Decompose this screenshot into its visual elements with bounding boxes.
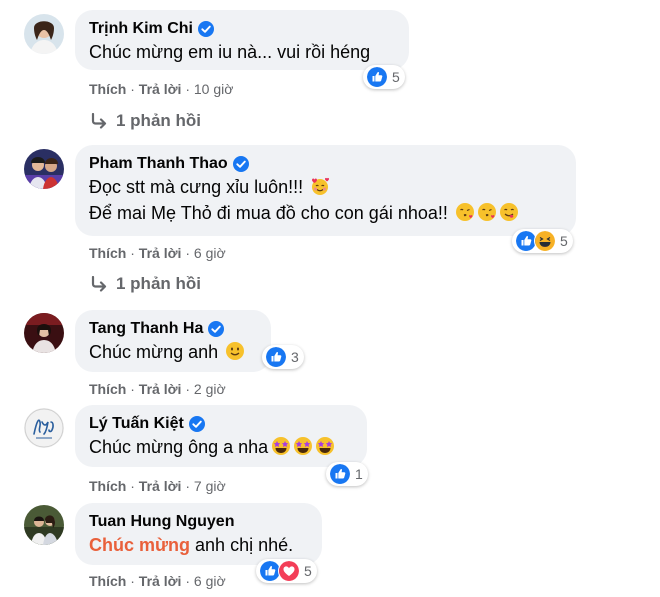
timestamp[interactable]: 6 giờ <box>194 245 226 261</box>
reaction-summary[interactable]: 5 <box>512 229 573 253</box>
like-action[interactable]: Thích <box>89 478 126 494</box>
comment-bubble: Tuan Hung Nguyen Chúc mừng anh chị nhé. <box>75 503 322 565</box>
comment-actions: Thích · Trả lời · 6 giờ <box>89 244 226 262</box>
separator: · <box>185 478 194 494</box>
comment-actions: Thích · Trả lời · 6 giờ <box>89 572 226 590</box>
view-replies-link[interactable]: 1 phản hồi <box>90 274 201 294</box>
view-replies-link[interactable]: 1 phản hồi <box>90 111 201 131</box>
replies-label[interactable]: 1 phản hồi <box>116 274 201 294</box>
author-link[interactable]: Trịnh Kim Chi <box>89 19 193 39</box>
author-name[interactable]: Tuan Hung Nguyen <box>89 512 308 532</box>
separator: · <box>185 81 194 97</box>
comment-text: Chúc mừng ông a nha <box>89 434 353 460</box>
separator: · <box>185 381 194 397</box>
author-link[interactable]: Pham Thanh Thao <box>89 154 228 174</box>
like-action[interactable]: Thích <box>89 245 126 261</box>
comment-actions: Thích · Trả lời · 2 giờ <box>89 380 226 398</box>
reaction-summary[interactable]: 1 <box>326 462 368 486</box>
separator: · <box>130 573 139 589</box>
avatar[interactable] <box>24 149 64 189</box>
reply-action[interactable]: Trả lời <box>139 381 182 397</box>
verified-badge-icon <box>189 416 205 432</box>
avatar[interactable] <box>24 408 64 448</box>
comment-actions: Thích · Trả lời · 10 giờ <box>89 80 233 98</box>
reaction-count: 5 <box>304 563 312 579</box>
reaction-summary[interactable]: 5 <box>256 559 317 583</box>
like-icon <box>265 346 287 368</box>
comment-actions: Thích · Trả lời · 7 giờ <box>89 477 226 495</box>
avatar[interactable] <box>24 505 64 545</box>
comment-bubble: Tang Thanh Ha Chúc mừng anh <box>75 310 271 372</box>
star-struck-icon <box>292 436 313 456</box>
reply-action[interactable]: Trả lời <box>139 245 182 261</box>
like-action[interactable]: Thích <box>89 381 126 397</box>
author-name[interactable]: Pham Thanh Thao <box>89 154 562 174</box>
reply-action[interactable]: Trả lời <box>139 573 182 589</box>
comment-bubble: Pham Thanh Thao Đọc stt mà cưng xỉu luôn… <box>75 145 576 236</box>
timestamp[interactable]: 6 giờ <box>194 573 226 589</box>
reply-action[interactable]: Trả lời <box>139 478 182 494</box>
reply-action[interactable]: Trả lời <box>139 81 182 97</box>
verified-badge-icon <box>198 21 214 37</box>
smiling-face-with-hearts-icon <box>310 176 330 196</box>
reaction-count: 3 <box>291 349 299 365</box>
reaction-count: 5 <box>392 69 400 85</box>
star-struck-icon <box>270 436 291 456</box>
comment-bubble: Lý Tuấn Kiệt Chúc mừng ông a nha <box>75 405 367 467</box>
separator: · <box>130 81 139 97</box>
author-name[interactable]: Lý Tuấn Kiệt <box>89 414 353 434</box>
reaction-summary[interactable]: 3 <box>262 345 304 369</box>
comment-text: Chúc mừng anh chị nhé. <box>89 535 294 555</box>
hashtag-link[interactable]: Chúc mừng <box>89 535 190 555</box>
separator: · <box>130 381 139 397</box>
comment-text-line-2: Để mai Mẹ Thỏ đi mua đồ cho con gái nhoa… <box>89 200 562 226</box>
author-name[interactable]: Trịnh Kim Chi <box>89 19 395 39</box>
face-savoring-food-icon <box>499 202 519 222</box>
love-icon <box>278 560 300 582</box>
separator: · <box>185 245 194 261</box>
author-link[interactable]: Tang Thanh Ha <box>89 319 203 339</box>
verified-badge-icon <box>233 156 249 172</box>
like-icon <box>366 66 388 88</box>
replies-label[interactable]: 1 phản hồi <box>116 111 201 131</box>
comment-bubble: Trịnh Kim Chi Chúc mừng em iu nà... vui … <box>75 10 409 70</box>
reply-arrow-icon <box>90 276 108 292</box>
author-link[interactable]: Lý Tuấn Kiệt <box>89 414 184 434</box>
star-struck-icon <box>314 436 335 456</box>
author-name[interactable]: Tang Thanh Ha <box>89 319 257 339</box>
avatar[interactable] <box>24 14 64 54</box>
reaction-summary[interactable]: 5 <box>363 65 405 89</box>
avatar[interactable] <box>24 313 64 353</box>
separator: · <box>130 478 139 494</box>
separator: · <box>130 245 139 261</box>
like-action[interactable]: Thích <box>89 81 126 97</box>
timestamp[interactable]: 10 giờ <box>194 81 234 97</box>
slightly-smiling-face-icon <box>225 341 245 361</box>
like-action[interactable]: Thích <box>89 573 126 589</box>
separator: · <box>185 573 194 589</box>
like-icon <box>329 463 351 485</box>
reaction-count: 1 <box>355 466 363 482</box>
haha-icon <box>534 230 556 252</box>
comment-text-line-1: Đọc stt mà cưng xỉu luôn!!! <box>89 174 562 200</box>
comment-text: Chúc mừng anh <box>89 339 257 365</box>
verified-badge-icon <box>208 321 224 337</box>
face-blowing-kiss-icon <box>455 202 475 222</box>
author-link[interactable]: Tuan Hung Nguyen <box>89 512 234 532</box>
face-blowing-kiss-icon <box>477 202 497 222</box>
reaction-count: 5 <box>560 233 568 249</box>
comment-text: Chúc mừng em iu nà... vui rồi héng <box>89 42 371 62</box>
timestamp[interactable]: 7 giờ <box>194 478 226 494</box>
reply-arrow-icon <box>90 113 108 129</box>
timestamp[interactable]: 2 giờ <box>194 381 226 397</box>
